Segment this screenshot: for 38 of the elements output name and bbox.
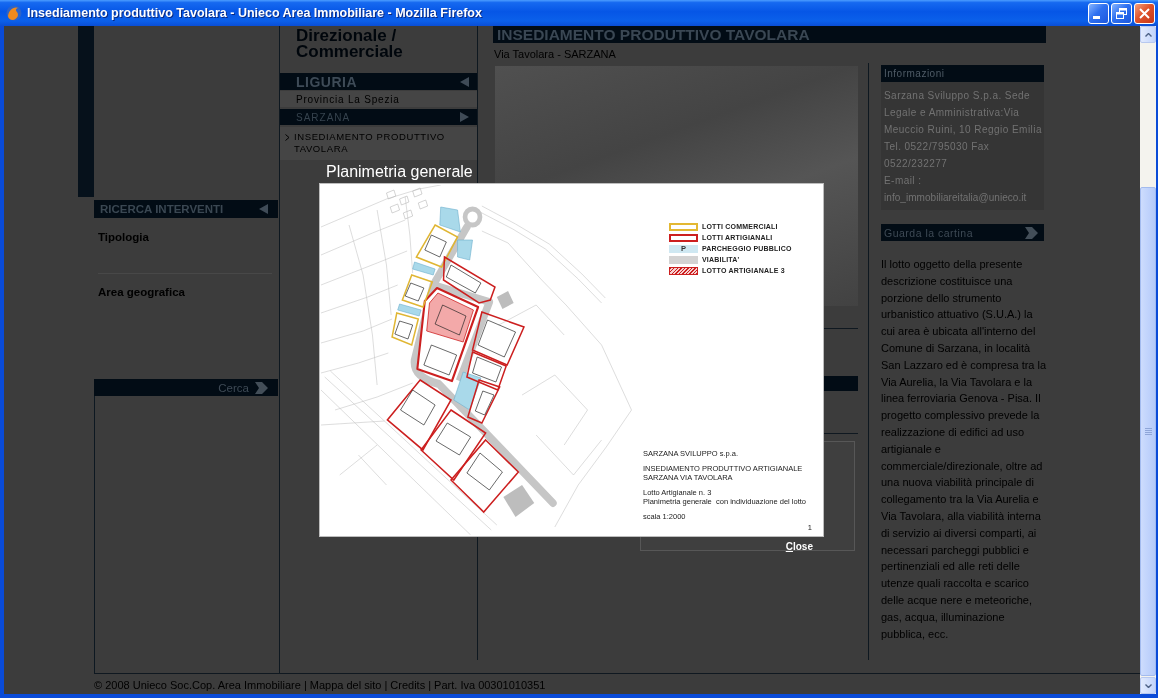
restore-button[interactable]	[1111, 2, 1132, 24]
close-button[interactable]	[1134, 2, 1155, 24]
right-triangle-icon	[460, 112, 469, 122]
email-label: E-mail :	[884, 174, 923, 188]
footer-text: © 2008 Unieco Soc.Cop. Area Immobiliare | Mappa del sito | Credits | Part. Iva 00301010351	[93, 678, 547, 692]
chevron-icon	[285, 134, 290, 141]
region-link[interactable]: LIGURIA	[280, 73, 477, 90]
province-link[interactable]: Provincia La Spezia	[280, 91, 477, 107]
close-link[interactable]: Close	[785, 541, 813, 553]
caret-down-icon	[1144, 683, 1152, 688]
minimize-button[interactable]	[1088, 2, 1109, 24]
location-text: Via Tavolara - SARZANA	[493, 48, 617, 60]
map-link[interactable]: Guarda la cartina	[881, 224, 1044, 241]
caret-up-icon	[1144, 32, 1152, 37]
email-address: info_immobiliareitalia@unieco.it	[884, 191, 1028, 205]
info-header: Informazioni	[881, 65, 1044, 82]
town-link[interactable]: SARZANA	[280, 109, 477, 125]
project-link[interactable]: INSEDIAMENTO PRODUTTIVO TAVOLARA	[280, 127, 477, 160]
scrollbar-thumb[interactable]	[1140, 187, 1156, 676]
field-label: Area geografica	[98, 286, 185, 298]
search-panel-header[interactable]: RICERCA INTERVENTI	[94, 200, 278, 218]
grip-icon	[1144, 428, 1152, 435]
category-heading: Direzionale / Commerciale	[295, 28, 404, 60]
left-triangle-icon	[460, 76, 469, 87]
scroll-down-button[interactable]	[1140, 677, 1156, 694]
arrow-right-icon	[1025, 226, 1038, 239]
search-button[interactable]: Cerca	[94, 379, 278, 396]
page-title: INSEDIAMENTO PRODUTTIVO TAVOLARA	[493, 26, 1046, 43]
field-label: Tipologia	[98, 231, 149, 243]
minimize-icon	[1093, 15, 1100, 19]
restore-icon	[1116, 7, 1127, 19]
left-triangle-icon	[259, 204, 268, 214]
lightbox-caption: Planimetria generale	[325, 162, 474, 182]
scroll-up-button[interactable]	[1140, 26, 1156, 43]
close-icon	[1139, 7, 1150, 19]
app-logo-icon	[6, 5, 22, 21]
arrow-right-icon	[255, 381, 268, 394]
window-title: Insediamento produttivo Tavolara - Unieco Area Immobiliare - Mozilla Firefox	[27, 6, 483, 20]
